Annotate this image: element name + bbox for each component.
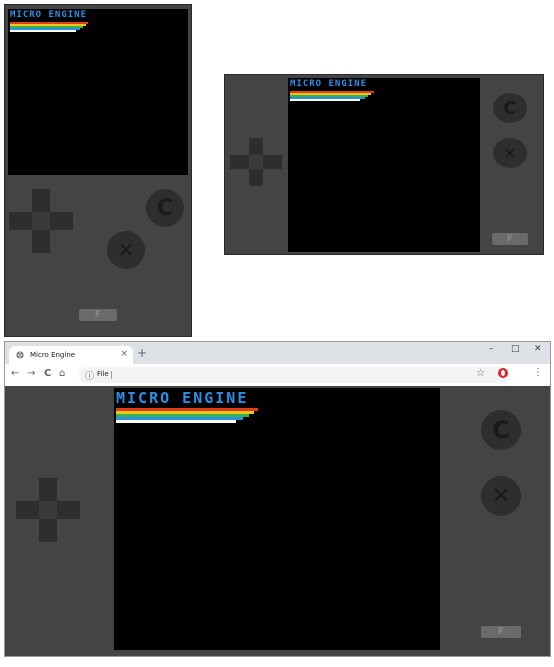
- browser-game-screen[interactable]: MICRO ENGINE: [114, 388, 440, 650]
- browser-menu-icon[interactable]: ⋮: [533, 367, 543, 378]
- minimize-button[interactable]: –: [489, 344, 494, 354]
- title-stripe-white: [116, 420, 236, 423]
- landscape-x-button[interactable]: ✕: [493, 138, 527, 168]
- reload-button[interactable]: C: [44, 368, 51, 379]
- globe-icon: [16, 351, 24, 359]
- portrait-x-button[interactable]: ✕: [107, 231, 145, 269]
- game-title: MICRO ENGINE: [290, 79, 368, 89]
- address-scheme: File: [97, 370, 109, 378]
- tab-title: Micro Engine: [30, 351, 76, 359]
- opera-extension-icon[interactable]: [498, 368, 508, 378]
- portrait-game-screen[interactable]: MICRO ENGINE: [8, 9, 188, 175]
- title-stripe-white: [10, 30, 76, 32]
- f-label: F: [94, 310, 102, 320]
- browser-f-button[interactable]: F: [481, 626, 521, 638]
- home-button[interactable]: ⌂: [59, 368, 65, 379]
- tab-strip: Micro Engine × + – □ ✕: [5, 342, 550, 364]
- game-title: MICRO ENGINE: [10, 10, 88, 20]
- f-label: F: [497, 627, 505, 637]
- landscape-dpad[interactable]: [230, 138, 282, 186]
- landscape-game-screen[interactable]: MICRO ENGINE: [288, 78, 480, 252]
- dpad-center: [39, 501, 57, 519]
- bookmark-star-icon[interactable]: ☆: [476, 368, 485, 379]
- browser-dpad[interactable]: [16, 478, 80, 542]
- browser-toolbar: ← → C ⌂ ⓘ File ☆ ⋮: [5, 364, 550, 387]
- info-icon[interactable]: ⓘ: [85, 369, 94, 382]
- dpad-center: [249, 155, 263, 169]
- c-label: C: [492, 416, 510, 444]
- forward-button[interactable]: →: [27, 368, 35, 379]
- x-icon: ✕: [503, 143, 517, 163]
- x-icon: ✕: [491, 483, 511, 509]
- browser-c-button[interactable]: C: [481, 410, 521, 450]
- portrait-c-button[interactable]: C: [146, 189, 184, 227]
- landscape-f-button[interactable]: F: [492, 233, 528, 245]
- game-title: MICRO ENGINE: [116, 389, 249, 407]
- c-label: C: [503, 97, 517, 119]
- dpad-center: [32, 212, 50, 230]
- maximize-button[interactable]: □: [511, 344, 520, 354]
- browser-window: Micro Engine × + – □ ✕ ← → C ⌂ ⓘ File ☆ …: [4, 341, 551, 657]
- tab-micro-engine[interactable]: Micro Engine ×: [9, 346, 133, 364]
- portrait-device: MICRO ENGINE C ✕ F: [4, 4, 192, 337]
- c-label: C: [156, 195, 174, 221]
- title-stripe-white: [290, 99, 360, 101]
- landscape-device: MICRO ENGINE C ✕ F: [224, 74, 544, 255]
- landscape-c-button[interactable]: C: [493, 93, 527, 123]
- address-bar[interactable]: ⓘ File: [79, 367, 509, 383]
- tab-close-icon[interactable]: ×: [120, 349, 128, 359]
- portrait-f-button[interactable]: F: [79, 309, 117, 321]
- browser-device: MICRO ENGINE C ✕ F: [5, 386, 550, 656]
- x-icon: ✕: [117, 238, 135, 262]
- new-tab-button[interactable]: +: [137, 346, 147, 360]
- f-label: F: [506, 234, 514, 244]
- portrait-dpad[interactable]: [9, 189, 73, 253]
- back-button[interactable]: ←: [11, 368, 19, 379]
- browser-x-button[interactable]: ✕: [481, 476, 521, 516]
- address-divider: [111, 371, 112, 379]
- close-window-button[interactable]: ✕: [534, 344, 542, 354]
